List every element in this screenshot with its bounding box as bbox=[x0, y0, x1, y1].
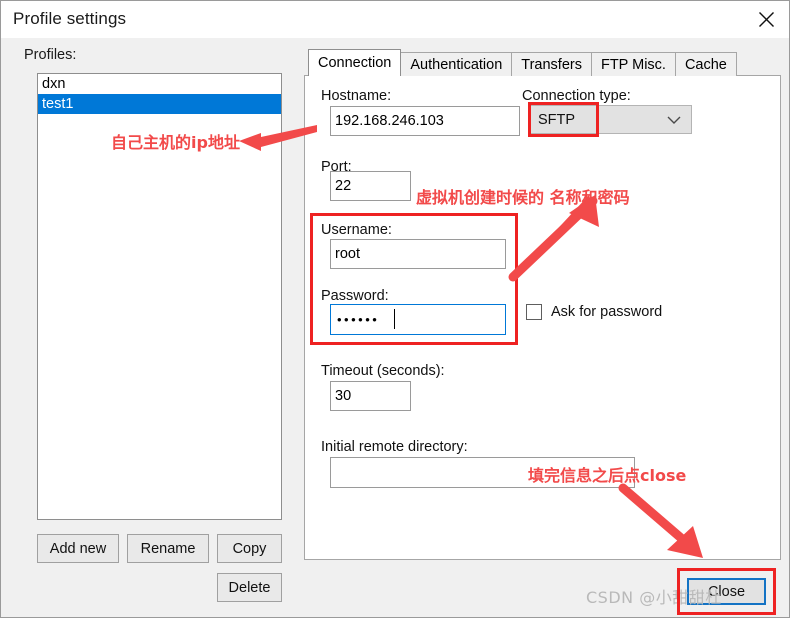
checkbox-box-icon bbox=[526, 304, 542, 320]
page-title: Profile settings bbox=[13, 9, 127, 28]
tab-authentication[interactable]: Authentication bbox=[400, 52, 513, 76]
initial-remote-directory-input[interactable] bbox=[330, 457, 635, 488]
tab-connection[interactable]: Connection bbox=[308, 49, 402, 76]
close-button[interactable]: Close bbox=[687, 578, 766, 605]
add-new-button[interactable]: Add new bbox=[37, 534, 119, 563]
close-x-icon bbox=[758, 12, 774, 27]
list-item[interactable]: test1 bbox=[38, 94, 281, 114]
username-label: Username: bbox=[321, 222, 392, 238]
window-close-button[interactable] bbox=[743, 1, 789, 38]
text-caret bbox=[394, 309, 395, 329]
connection-type-label: Connection type: bbox=[522, 88, 631, 104]
title-bar: Profile settings bbox=[1, 1, 789, 38]
chevron-down-icon bbox=[667, 115, 681, 124]
copy-button[interactable]: Copy bbox=[217, 534, 282, 563]
profiles-label: Profiles: bbox=[24, 47, 77, 63]
connection-type-value: SFTP bbox=[538, 111, 576, 128]
tab-cache[interactable]: Cache bbox=[674, 52, 737, 76]
tab-strip: Connection Authentication Transfers FTP … bbox=[308, 49, 737, 76]
list-item[interactable]: dxn bbox=[38, 74, 281, 94]
ask-for-password-label: Ask for password bbox=[551, 304, 663, 320]
tab-transfers[interactable]: Transfers bbox=[511, 52, 592, 76]
hostname-label: Hostname: bbox=[321, 88, 392, 104]
rename-button[interactable]: Rename bbox=[127, 534, 209, 563]
profiles-listbox[interactable]: dxn test1 bbox=[37, 73, 282, 520]
connection-type-select[interactable]: SFTP bbox=[530, 105, 692, 134]
hostname-input[interactable] bbox=[330, 106, 520, 136]
timeout-input[interactable] bbox=[330, 381, 411, 411]
ask-for-password-checkbox[interactable]: Ask for password bbox=[526, 304, 662, 320]
initial-remote-directory-label: Initial remote directory: bbox=[321, 439, 468, 455]
delete-button[interactable]: Delete bbox=[217, 573, 282, 602]
timeout-label: Timeout (seconds): bbox=[321, 363, 445, 379]
password-label: Password: bbox=[321, 288, 389, 304]
profile-settings-dialog: Profile settings Profiles: dxn test1 Add… bbox=[0, 0, 790, 618]
tab-ftp-misc[interactable]: FTP Misc. bbox=[590, 52, 676, 76]
username-input[interactable] bbox=[330, 239, 506, 269]
port-input[interactable] bbox=[330, 171, 411, 201]
password-input[interactable] bbox=[330, 304, 506, 335]
